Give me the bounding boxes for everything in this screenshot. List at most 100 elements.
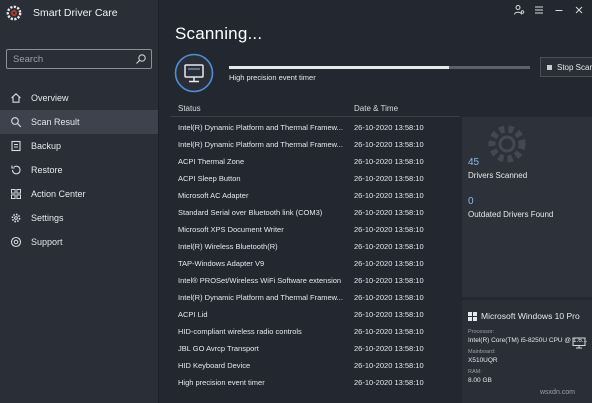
gear-icon — [488, 125, 526, 163]
close-button[interactable] — [572, 3, 586, 17]
window-controls — [506, 2, 586, 18]
sidebar-item-backup[interactable]: Backup — [0, 134, 158, 158]
driver-name: HID-compliant wireless radio controls — [178, 327, 302, 336]
current-scan-item: High precision event timer — [229, 73, 316, 82]
page-title: Scanning... — [175, 24, 263, 43]
stop-scan-button[interactable]: Stop Scan — [540, 57, 592, 77]
sidebar-item-label: Scan Result — [31, 117, 80, 127]
driver-name: Standard Serial over Bluetooth link (COM… — [178, 208, 323, 217]
scan-progress-bar — [229, 66, 530, 69]
scan-timestamp: 26-10-2020 13:58:10 — [354, 310, 424, 319]
table-row[interactable]: High precision event timer 26-10-2020 13:… — [170, 375, 460, 392]
watermark: wsxdn.com — [540, 389, 576, 396]
stop-icon — [547, 64, 552, 70]
brand: Smart Driver Care — [6, 3, 118, 23]
sidebar-item-restore[interactable]: Restore — [0, 158, 158, 182]
sidebar-item-action-center[interactable]: Action Center — [0, 182, 158, 206]
monitor-icon — [572, 337, 586, 349]
sidebar-item-settings[interactable]: Settings — [0, 206, 158, 230]
search-input[interactable] — [7, 50, 131, 68]
table-row[interactable]: Intel(R) Wireless Bluetooth(R) 26-10-2020… — [170, 239, 460, 256]
table-row[interactable]: Intel(R) Dynamic Platform and Thermal Fr… — [170, 137, 460, 154]
drivers-scanned-count: 45 — [468, 157, 480, 168]
app-logo-icon — [6, 5, 22, 21]
minimize-button[interactable] — [552, 3, 566, 17]
ram-value: 8.00 GB — [468, 377, 492, 384]
driver-name: JBL GO Avrcp Transport — [178, 344, 259, 353]
table-row[interactable]: JBL GO Avrcp Transport 26-10-2020 13:58:1… — [170, 341, 460, 358]
app-title: Smart Driver Care — [33, 7, 118, 19]
column-header-status[interactable]: Status — [178, 104, 201, 113]
scan-timestamp: 26-10-2020 13:58:10 — [354, 276, 424, 285]
driver-name: ACPI Thermal Zone — [178, 157, 245, 166]
processor-label: Processor: — [468, 329, 495, 335]
table-row[interactable]: Microsoft AC Adapter 26-10-2020 13:58:10 — [170, 188, 460, 205]
outdated-drivers-label: Outdated Drivers Found — [468, 210, 554, 219]
table-row[interactable]: ACPI Thermal Zone 26-10-2020 13:58:10 — [170, 154, 460, 171]
ram-label: RAM: — [468, 369, 482, 375]
mainboard-label: Mainboard: — [468, 349, 496, 355]
search-icon — [11, 117, 22, 128]
driver-name: Microsoft XPS Document Writer — [178, 225, 284, 234]
scan-timestamp: 26-10-2020 13:58:10 — [354, 191, 424, 200]
outdated-drivers-count: 0 — [468, 196, 474, 207]
driver-name: Microsoft AC Adapter — [178, 191, 249, 200]
user-gear-icon — [514, 5, 525, 15]
table-row[interactable]: Intel® PROSet/Wireless WiFi Software ext… — [170, 273, 460, 290]
scan-timestamp: 26-10-2020 13:58:10 — [354, 378, 424, 387]
driver-name: Intel(R) Dynamic Platform and Thermal Fr… — [178, 123, 343, 132]
scan-progress-fill — [229, 66, 449, 69]
driver-name: HID Keyboard Device — [178, 361, 251, 370]
stop-scan-label: Stop Scan — [557, 62, 592, 72]
table-row[interactable]: Intel(R) Dynamic Platform and Thermal Fr… — [170, 290, 460, 307]
search-icon[interactable] — [135, 53, 147, 65]
scan-results-list: Intel(R) Dynamic Platform and Thermal Fr… — [170, 120, 460, 392]
scan-timestamp: 26-10-2020 13:58:10 — [354, 259, 424, 268]
sidebar-item-scan-result[interactable]: Scan Result — [0, 110, 158, 134]
table-header: Status Date & Time — [170, 102, 460, 116]
menu-button[interactable] — [532, 3, 546, 17]
table-row[interactable]: TAP-Windows Adapter V9 26-10-2020 13:58:1… — [170, 256, 460, 273]
hamburger-menu-icon — [535, 6, 543, 14]
driver-name: High precision event timer — [178, 378, 265, 387]
scan-timestamp: 26-10-2020 13:58:10 — [354, 157, 424, 166]
sidebar-item-label: Restore — [31, 165, 63, 175]
scan-timestamp: 26-10-2020 13:58:10 — [354, 123, 424, 132]
user-settings-button[interactable] — [512, 3, 526, 17]
scan-timestamp: 26-10-2020 13:58:10 — [354, 344, 424, 353]
stats-panel: 45 Drivers Scanned 0 Outdated Drivers Fo… — [462, 117, 592, 297]
app-window: Smart Driver Care Overview Scan R — [0, 0, 592, 403]
driver-name: ACPI Sleep Button — [178, 174, 241, 183]
table-row[interactable]: HID-compliant wireless radio controls 26-… — [170, 324, 460, 341]
backup-icon — [11, 140, 21, 152]
column-header-date[interactable]: Date & Time — [354, 104, 398, 113]
close-icon — [575, 6, 583, 14]
table-row[interactable]: ACPI Lid 26-10-2020 13:58:10 — [170, 307, 460, 324]
mainboard-value: X510UQR — [468, 357, 498, 364]
table-row[interactable]: ACPI Sleep Button 26-10-2020 13:58:10 — [170, 171, 460, 188]
scan-timestamp: 26-10-2020 13:58:10 — [354, 293, 424, 302]
table-row[interactable]: Intel(R) Dynamic Platform and Thermal Fr… — [170, 120, 460, 137]
table-row[interactable]: HID Keyboard Device 26-10-2020 13:58:10 — [170, 358, 460, 375]
scan-timestamp: 26-10-2020 13:58:10 — [354, 174, 424, 183]
processor-value: Intel(R) Core(TM) i5-8250U CPU @ 1.6... — [468, 337, 588, 344]
windows-logo-icon — [468, 312, 477, 321]
scan-monitor-icon — [174, 53, 214, 93]
grid-icon — [11, 189, 21, 199]
home-icon — [11, 93, 21, 103]
scan-timestamp: 26-10-2020 13:58:10 — [354, 140, 424, 149]
table-row[interactable]: Standard Serial over Bluetooth link (COM… — [170, 205, 460, 222]
table-row[interactable]: Microsoft XPS Document Writer 26-10-2020 … — [170, 222, 460, 239]
scan-timestamp: 26-10-2020 13:58:10 — [354, 225, 424, 234]
gear-icon — [11, 213, 21, 223]
search-box — [6, 49, 152, 69]
driver-name: Intel® PROSet/Wireless WiFi Software ext… — [178, 276, 342, 285]
restore-icon — [11, 165, 21, 175]
os-name: Microsoft Windows 10 Pro — [481, 311, 580, 321]
sidebar-item-support[interactable]: Support — [0, 230, 158, 254]
sidebar-item-label: Settings — [31, 213, 64, 223]
sidebar-item-overview[interactable]: Overview — [0, 86, 158, 110]
drivers-scanned-label: Drivers Scanned — [468, 171, 528, 180]
sidebar-nav: Overview Scan Result Backup Restore Acti… — [0, 86, 158, 254]
driver-name: Intel(R) Wireless Bluetooth(R) — [178, 242, 278, 251]
